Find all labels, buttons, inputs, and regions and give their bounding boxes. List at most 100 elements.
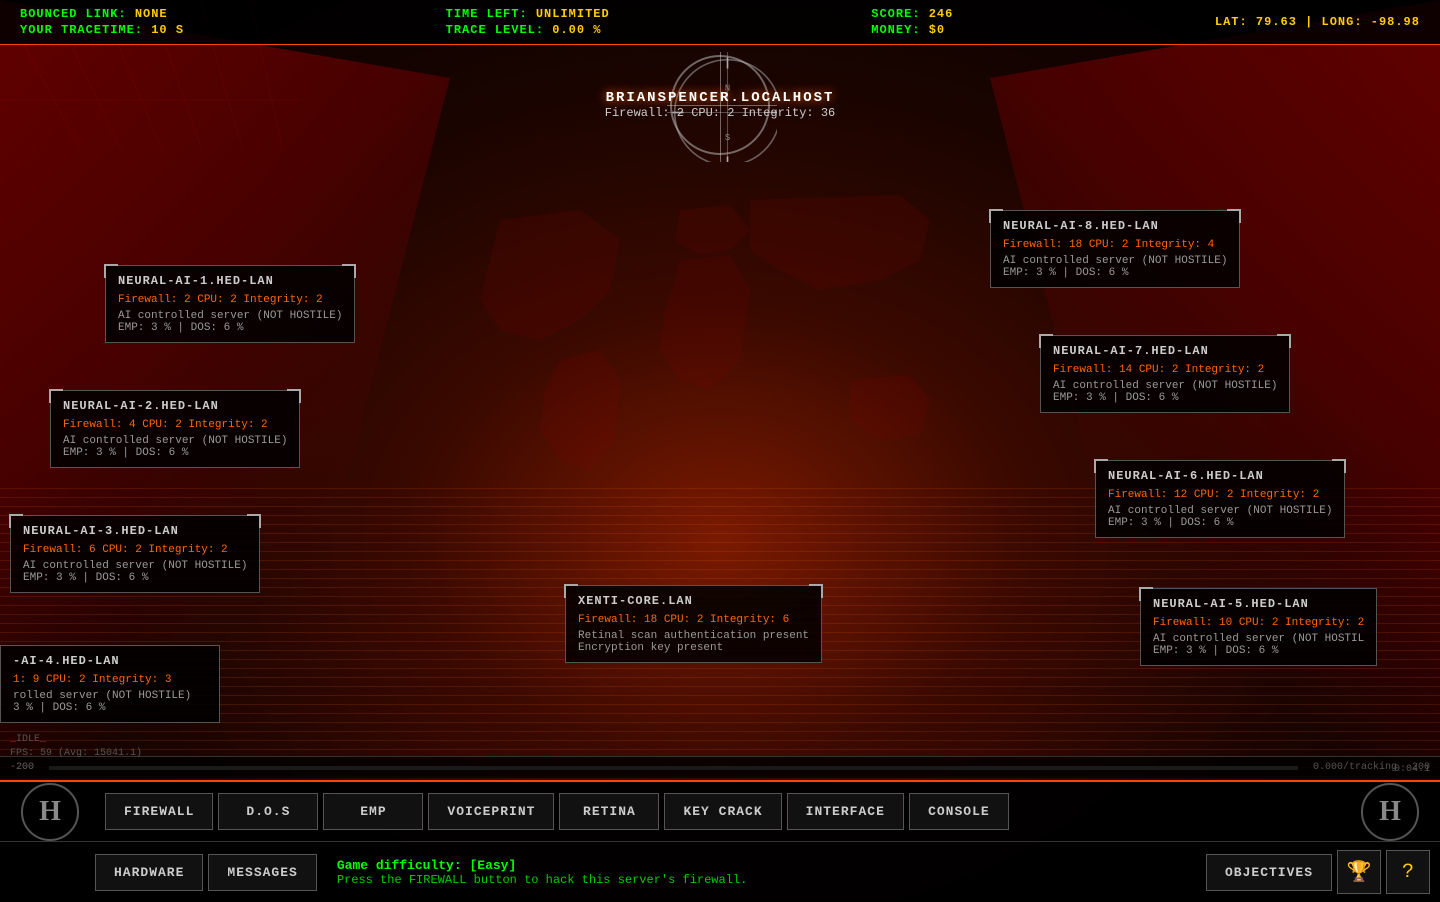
xenti-core-desc1: Retinal scan authentication present bbox=[578, 630, 809, 642]
console-button[interactable]: CONSOLE bbox=[909, 793, 1009, 830]
question-icon-button[interactable]: ? bbox=[1386, 850, 1430, 894]
node-2-name: NEURAL-AI-2.HED-LAN bbox=[63, 399, 287, 413]
interface-button[interactable]: INTERFACE bbox=[787, 793, 904, 830]
firewall-button[interactable]: FIREWALL bbox=[105, 793, 213, 830]
node-4-name: -AI-4.HED-LAN bbox=[13, 654, 207, 668]
node-4-desc: rolled server (NOT HOSTILE) bbox=[13, 690, 207, 702]
node-8-emp-dos: EMP: 3 % | DOS: 6 % bbox=[1003, 267, 1227, 279]
center-node-name: BRIANSPENCER.LOCALHOST bbox=[605, 90, 835, 106]
toolbar-row2: HARDWARE MESSAGES Game difficulty: [Easy… bbox=[0, 842, 1440, 902]
bracket-tl bbox=[1094, 459, 1108, 473]
tracetime-label: YOUR TRACETIME: 10 S bbox=[20, 23, 184, 37]
node-neural-ai-1[interactable]: NEURAL-AI-1.HED-LAN Firewall: 2 CPU: 2 I… bbox=[105, 265, 355, 343]
bracket-tr bbox=[287, 389, 301, 403]
node-2-stats: Firewall: 4 CPU: 2 Integrity: 2 bbox=[63, 417, 287, 435]
bracket-tr bbox=[342, 264, 356, 278]
node-6-desc: AI controlled server (NOT HOSTILE) bbox=[1108, 505, 1332, 517]
node-3-name: NEURAL-AI-3.HED-LAN bbox=[23, 524, 247, 538]
bottom-toolbar: H FIREWALL D.O.S EMP VOICEPRINT RETINA K… bbox=[0, 780, 1440, 900]
node-1-stats: Firewall: 2 CPU: 2 Integrity: 2 bbox=[118, 292, 342, 310]
node-7-desc: AI controlled server (NOT HOSTILE) bbox=[1053, 380, 1277, 392]
xenti-core-name: XENTI-CORE.LAN bbox=[578, 594, 809, 608]
header-coords: LAT: 79.63 | LONG: -98.98 bbox=[1215, 15, 1420, 29]
fps-display: _IDLE_ FPS: 59 (Avg: 15041.1) -200 bbox=[10, 733, 142, 775]
status-line1: Game difficulty: [Easy] bbox=[337, 858, 1186, 873]
world-map bbox=[420, 160, 1020, 540]
node-6-name: NEURAL-AI-6.HED-LAN bbox=[1108, 469, 1332, 483]
node-4-stats: 1: 9 CPU: 2 Integrity: 3 bbox=[13, 672, 207, 690]
key-crack-button[interactable]: KEY CRACK bbox=[664, 793, 781, 830]
node-8-stats: Firewall: 18 CPU: 2 Integrity: 4 bbox=[1003, 237, 1227, 255]
status-line2: Press the FIREWALL button to hack this s… bbox=[337, 873, 1186, 887]
bracket-tl bbox=[1039, 334, 1053, 348]
node-neural-ai-2[interactable]: NEURAL-AI-2.HED-LAN Firewall: 4 CPU: 2 I… bbox=[50, 390, 300, 468]
node-1-desc: AI controlled server (NOT HOSTILE) bbox=[118, 310, 342, 322]
retina-button[interactable]: RETINA bbox=[559, 793, 659, 830]
header-bounced-link: BOUNCED LINK: NONE YOUR TRACETIME: 10 S bbox=[20, 7, 184, 37]
svg-text:H: H bbox=[1379, 796, 1401, 827]
node-neural-ai-6[interactable]: NEURAL-AI-6.HED-LAN Firewall: 12 CPU: 2 … bbox=[1095, 460, 1345, 538]
hardware-button[interactable]: HARDWARE bbox=[95, 854, 203, 891]
node-5-desc: AI controlled server (NOT HOSTIL bbox=[1153, 633, 1364, 645]
objectives-area: OBJECTIVES 🏆 ? bbox=[1206, 850, 1430, 894]
bounced-link-label: BOUNCED LINK: NONE bbox=[20, 7, 184, 21]
bracket-tr bbox=[809, 584, 823, 598]
score-label: SCORE: 246 bbox=[871, 7, 953, 21]
node-6-emp-dos: EMP: 3 % | DOS: 6 % bbox=[1108, 517, 1332, 529]
bracket-tr bbox=[1227, 209, 1241, 223]
center-node: BRIANSPENCER.LOCALHOST Firewall: 2 CPU: … bbox=[605, 90, 835, 120]
trace-level-label: TRACE LEVEL: 0.00 % bbox=[446, 23, 610, 37]
svg-text:S: S bbox=[725, 133, 730, 143]
node-2-desc: AI controlled server (NOT HOSTILE) bbox=[63, 435, 287, 447]
node-7-name: NEURAL-AI-7.HED-LAN bbox=[1053, 344, 1277, 358]
scan-progress bbox=[49, 766, 1298, 770]
logo-left: H bbox=[10, 772, 90, 852]
header-bar: BOUNCED LINK: NONE YOUR TRACETIME: 10 S … bbox=[0, 0, 1440, 45]
fps-counter: FPS: 59 (Avg: 15041.1) bbox=[10, 747, 142, 761]
node-3-desc: AI controlled server (NOT HOSTILE) bbox=[23, 560, 247, 572]
xenti-core-desc2: Encryption key present bbox=[578, 642, 809, 654]
center-node-stats: Firewall: 2 CPU: 2 Integrity: 36 bbox=[605, 106, 835, 120]
node-5-emp-dos: EMP: 3 % | DOS: 6 % bbox=[1153, 645, 1364, 657]
node-neural-ai-7[interactable]: NEURAL-AI-7.HED-LAN Firewall: 14 CPU: 2 … bbox=[1040, 335, 1290, 413]
node-neural-ai-5[interactable]: NEURAL-AI-5.HED-LAN Firewall: 10 CPU: 2 … bbox=[1140, 588, 1377, 666]
money-label: MONEY: $0 bbox=[871, 23, 953, 37]
coordinates: LAT: 79.63 | LONG: -98.98 bbox=[1215, 15, 1420, 29]
bracket-tl bbox=[9, 514, 23, 528]
trophy-icon-button[interactable]: 🏆 bbox=[1337, 850, 1381, 894]
voiceprint-button[interactable]: VOICEPRINT bbox=[428, 793, 554, 830]
node-7-stats: Firewall: 14 CPU: 2 Integrity: 2 bbox=[1053, 362, 1277, 380]
toolbar-row1: H FIREWALL D.O.S EMP VOICEPRINT RETINA K… bbox=[0, 782, 1440, 842]
node-7-emp-dos: EMP: 3 % | DOS: 6 % bbox=[1053, 392, 1277, 404]
node-3-stats: Firewall: 6 CPU: 2 Integrity: 2 bbox=[23, 542, 247, 560]
time-left-label: TIME LEFT: UNLIMITED bbox=[446, 7, 610, 21]
xenti-core-stats: Firewall: 18 CPU: 2 Integrity: 6 bbox=[578, 612, 809, 630]
node-4-emp-dos: 3 % | DOS: 6 % bbox=[13, 702, 207, 714]
bracket-tr bbox=[1332, 459, 1346, 473]
node-5-stats: Firewall: 10 CPU: 2 Integrity: 2 bbox=[1153, 615, 1364, 633]
objectives-button[interactable]: OBJECTIVES bbox=[1206, 854, 1332, 891]
node-neural-ai-3[interactable]: NEURAL-AI-3.HED-LAN Firewall: 6 CPU: 2 I… bbox=[10, 515, 260, 593]
node-8-desc: AI controlled server (NOT HOSTILE) bbox=[1003, 255, 1227, 267]
idle-indicator: _IDLE_ bbox=[10, 733, 142, 747]
node-neural-ai-4[interactable]: -AI-4.HED-LAN 1: 9 CPU: 2 Integrity: 3 r… bbox=[0, 645, 220, 723]
bracket-tl bbox=[989, 209, 1003, 223]
messages-button[interactable]: MESSAGES bbox=[208, 854, 316, 891]
bracket-tr bbox=[247, 514, 261, 528]
dos-button[interactable]: D.O.S bbox=[218, 793, 318, 830]
bracket-tl bbox=[1139, 587, 1153, 601]
scan-bar: -200 0.000/tracking 200 bbox=[0, 756, 1440, 778]
svg-text:H: H bbox=[39, 796, 61, 827]
node-neural-ai-8[interactable]: NEURAL-AI-8.HED-LAN Firewall: 18 CPU: 2 … bbox=[990, 210, 1240, 288]
status-text-area: Game difficulty: [Easy] Press the FIREWA… bbox=[322, 853, 1201, 892]
node-8-name: NEURAL-AI-8.HED-LAN bbox=[1003, 219, 1227, 233]
bracket-tl bbox=[104, 264, 118, 278]
bracket-tl bbox=[564, 584, 578, 598]
bracket-tr bbox=[1277, 334, 1291, 348]
node-5-name: NEURAL-AI-5.HED-LAN bbox=[1153, 597, 1364, 611]
node-6-stats: Firewall: 12 CPU: 2 Integrity: 2 bbox=[1108, 487, 1332, 505]
node-xenti-core[interactable]: XENTI-CORE.LAN Firewall: 18 CPU: 2 Integ… bbox=[565, 585, 822, 663]
bracket-tl bbox=[49, 389, 63, 403]
node-1-name: NEURAL-AI-1.HED-LAN bbox=[118, 274, 342, 288]
emp-button[interactable]: EMP bbox=[323, 793, 423, 830]
